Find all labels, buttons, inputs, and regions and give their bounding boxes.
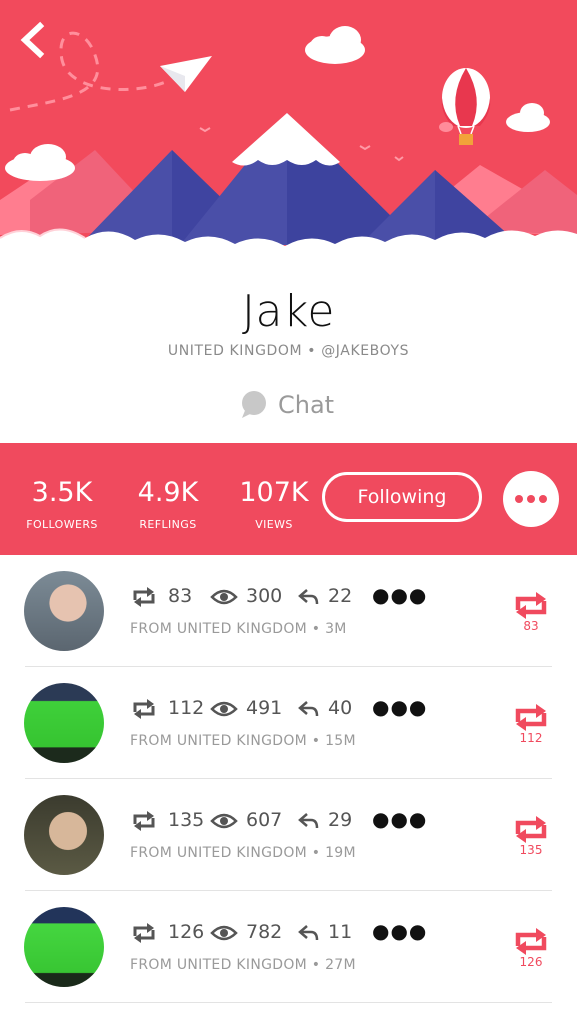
reply-count: 22 — [328, 585, 353, 607]
chat-bubble-icon — [242, 391, 266, 418]
reflings-label: REFLINGS — [139, 518, 197, 531]
origin-timestamp: FROM UNITED KINGDOM • 3M — [130, 621, 347, 637]
origin-timestamp: FROM UNITED KINGDOM • 15M — [130, 733, 356, 749]
reply-arrow-icon — [298, 589, 319, 605]
refling-button[interactable]: 112 — [508, 703, 554, 753]
followers-count: 3.5K — [31, 477, 93, 508]
reply-count: 11 — [328, 921, 353, 943]
stats-bar: 3.5K FOLLOWERS 4.9K REFLINGS 107K VIEWS — [0, 443, 577, 555]
refling-button[interactable]: 135 — [508, 815, 554, 865]
reflings-count: 4.9K — [137, 477, 199, 508]
refling-button-count: 135 — [519, 843, 543, 857]
refling-icon — [515, 592, 547, 619]
refling-button-count: 126 — [519, 955, 543, 969]
profile-location-handle: UNITED KINGDOM • @JAKEBOYS — [167, 343, 410, 359]
reply-arrow-icon — [298, 701, 319, 717]
video-thumbnail[interactable] — [24, 683, 104, 763]
more-dot-icon — [527, 495, 535, 503]
refling-count: 135 — [168, 809, 205, 831]
video-thumbnail[interactable] — [24, 907, 104, 987]
chat-button[interactable]: Chat — [238, 388, 342, 424]
view-count: 607 — [246, 809, 283, 831]
row-divider — [25, 1002, 552, 1003]
refling-icon — [515, 704, 547, 731]
feed-item[interactable]: 83 300 22 ●●● FROM UNITED KINGDOM • 3M 8… — [0, 555, 577, 667]
refling-button[interactable]: 83 — [508, 591, 554, 641]
reply-arrow-icon — [298, 925, 319, 941]
item-options-button[interactable]: ●●● — [372, 583, 427, 607]
refling-count: 126 — [168, 921, 205, 943]
reply-count: 29 — [328, 809, 353, 831]
reply-count: 40 — [328, 697, 353, 719]
view-count: 300 — [246, 585, 283, 607]
refling-button-count: 112 — [519, 731, 543, 745]
mountain-landscape-image — [0, 0, 577, 262]
refling-icon — [133, 923, 155, 943]
feed-item[interactable]: 135 607 29 ●●● FROM UNITED KINGDOM • 19M — [0, 779, 577, 891]
feed-item[interactable]: 126 782 11 ●●● FROM UNITED KINGDOM • 27M — [0, 891, 577, 1003]
refling-icon — [515, 816, 547, 843]
item-options-button[interactable]: ●●● — [372, 807, 427, 831]
more-options-button[interactable] — [503, 471, 559, 527]
refling-icon — [133, 811, 155, 831]
chat-label: Chat — [278, 391, 335, 419]
video-thumbnail[interactable] — [24, 795, 104, 875]
video-thumbnail[interactable] — [24, 571, 104, 651]
back-button[interactable] — [14, 18, 54, 62]
more-dot-icon — [515, 495, 523, 503]
item-options-button[interactable]: ●●● — [372, 919, 427, 943]
view-count: 491 — [246, 697, 283, 719]
item-options-button[interactable]: ●●● — [372, 695, 427, 719]
refling-button[interactable]: 126 — [508, 927, 554, 977]
refling-icon — [515, 928, 547, 955]
chevron-left-icon — [20, 21, 45, 59]
followers-label: FOLLOWERS — [26, 518, 98, 531]
eye-icon — [210, 925, 238, 941]
refling-count: 83 — [168, 585, 193, 607]
feed-item[interactable]: 112 491 40 ●●● FROM UNITED KINGDOM • 15M — [0, 667, 577, 779]
refling-count: 112 — [168, 697, 205, 719]
refling-button-count: 83 — [523, 619, 539, 633]
eye-icon — [210, 813, 238, 829]
more-dot-icon — [539, 495, 547, 503]
refling-icon — [133, 699, 155, 719]
refling-icon — [133, 587, 155, 607]
profile-name: Jake — [242, 286, 335, 337]
profile-header-illustration — [0, 0, 577, 262]
origin-timestamp: FROM UNITED KINGDOM • 19M — [130, 845, 356, 861]
view-count: 782 — [246, 921, 283, 943]
following-button[interactable]: Following — [322, 472, 482, 522]
views-label: VIEWS — [255, 518, 293, 531]
eye-icon — [210, 589, 238, 605]
views-count: 107K — [239, 477, 309, 508]
origin-timestamp: FROM UNITED KINGDOM • 27M — [130, 957, 356, 973]
reply-arrow-icon — [298, 813, 319, 829]
eye-icon — [210, 701, 238, 717]
